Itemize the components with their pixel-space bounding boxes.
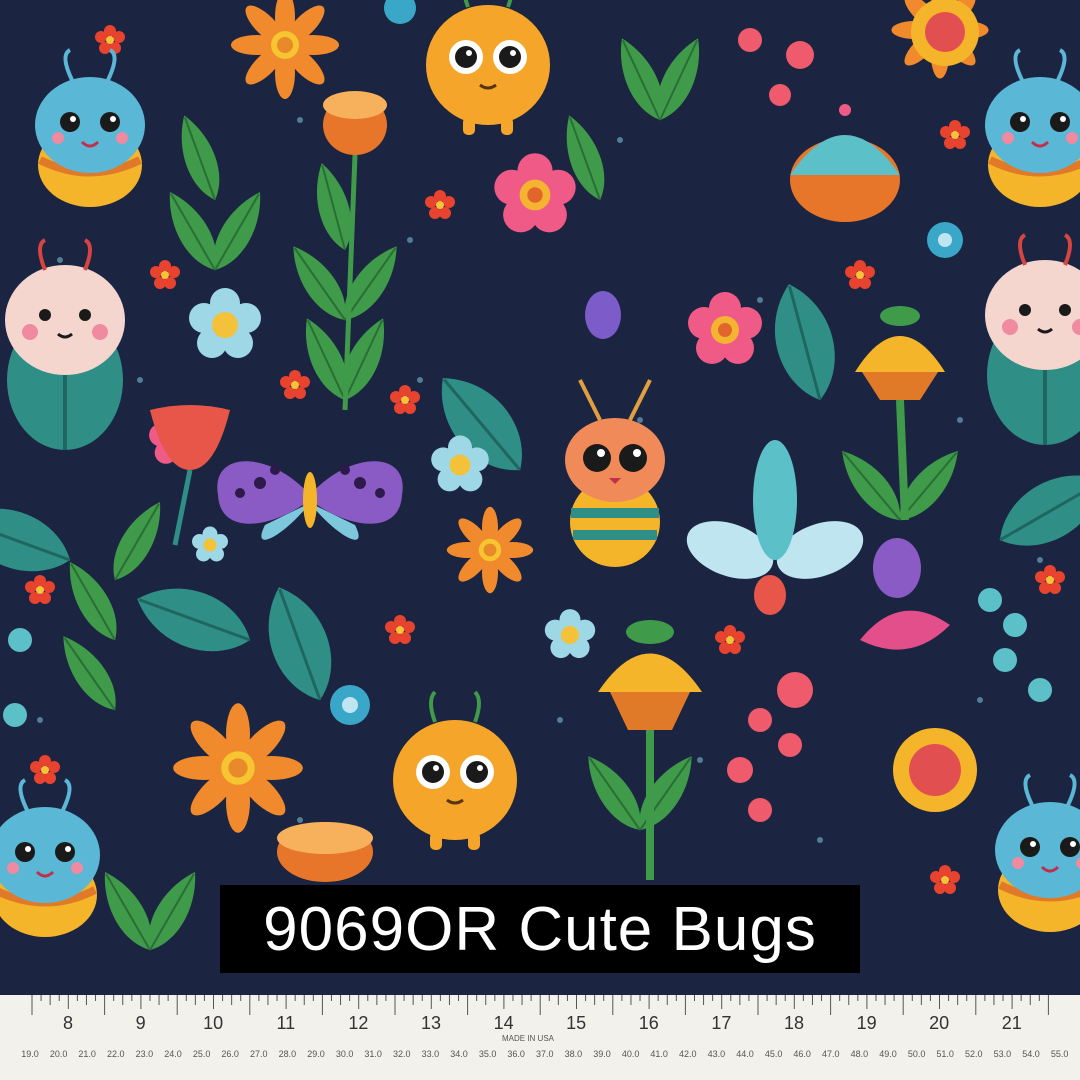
ruler-cm-label: 45.0 bbox=[765, 1049, 783, 1059]
ruler-cm-label: 54.0 bbox=[1022, 1049, 1040, 1059]
ruler-imprint: MADE IN USA bbox=[502, 1034, 555, 1043]
ruler-cm-label: 42.0 bbox=[679, 1049, 697, 1059]
ruler-inch-label: 20 bbox=[929, 1013, 949, 1033]
ruler-cm-label: 38.0 bbox=[565, 1049, 583, 1059]
ruler-inch-label: 8 bbox=[63, 1013, 73, 1033]
ruler-cm-label: 44.0 bbox=[736, 1049, 754, 1059]
ruler-cm-label: 47.0 bbox=[822, 1049, 840, 1059]
ruler-inch-label: 15 bbox=[566, 1013, 586, 1033]
ruler-cm-label: 50.0 bbox=[908, 1049, 926, 1059]
ruler-cm-label: 36.0 bbox=[507, 1049, 525, 1059]
ruler-cm-label: 49.0 bbox=[879, 1049, 897, 1059]
caption-text: 9069OR Cute Bugs bbox=[263, 894, 817, 964]
ruler-inch-label: 11 bbox=[276, 1013, 295, 1033]
ruler-inch-label: 9 bbox=[136, 1013, 146, 1033]
ruler-cm-label: 24.0 bbox=[164, 1049, 182, 1059]
ruler-cm-label: 46.0 bbox=[793, 1049, 811, 1059]
ruler-inch-label: 12 bbox=[348, 1013, 368, 1033]
ruler-cm-label: 32.0 bbox=[393, 1049, 411, 1059]
ruler-cm-label: 51.0 bbox=[936, 1049, 954, 1059]
ruler-cm-label: 55.0 bbox=[1051, 1049, 1069, 1059]
ruler-cm-label: 35.0 bbox=[479, 1049, 497, 1059]
ruler-cm-label: 23.0 bbox=[136, 1049, 154, 1059]
ruler-inch-label: 17 bbox=[711, 1013, 731, 1033]
ruler-inch-label: 16 bbox=[639, 1013, 659, 1033]
ruler-inch-label: 13 bbox=[421, 1013, 441, 1033]
ruler-cm-label: 22.0 bbox=[107, 1049, 125, 1059]
ruler-inch-label: 10 bbox=[203, 1013, 223, 1033]
ruler-cm-label: 52.0 bbox=[965, 1049, 983, 1059]
ruler-cm-label: 25.0 bbox=[193, 1049, 211, 1059]
ruler-cm-label: 30.0 bbox=[336, 1049, 354, 1059]
ruler-cm-label: 28.0 bbox=[279, 1049, 297, 1059]
ruler-cm-label: 26.0 bbox=[221, 1049, 239, 1059]
ruler-inch-label: 18 bbox=[784, 1013, 804, 1033]
ruler-cm-label: 20.0 bbox=[50, 1049, 68, 1059]
ruler-cm-label: 19.0 bbox=[21, 1049, 39, 1059]
ruler-cm-label: 39.0 bbox=[593, 1049, 611, 1059]
ruler-cm-label: 48.0 bbox=[851, 1049, 869, 1059]
ruler-cm-label: 29.0 bbox=[307, 1049, 325, 1059]
ruler-cm-label: 27.0 bbox=[250, 1049, 268, 1059]
ruler-inch-label: 14 bbox=[494, 1013, 514, 1033]
ruler-cm-label: 21.0 bbox=[78, 1049, 96, 1059]
ruler-inch-label: 21 bbox=[1002, 1013, 1022, 1033]
ruler-inch-label: 19 bbox=[857, 1013, 877, 1033]
ruler-cm-label: 33.0 bbox=[422, 1049, 440, 1059]
ruler-cm-label: 34.0 bbox=[450, 1049, 468, 1059]
ruler-cm-label: 40.0 bbox=[622, 1049, 640, 1059]
ruler-cm-label: 41.0 bbox=[650, 1049, 668, 1059]
product-caption: 9069OR Cute Bugs bbox=[220, 885, 860, 973]
ruler-cm-label: 43.0 bbox=[708, 1049, 726, 1059]
measuring-tape: 8 9 10 11 12 13 14 15 16 17 18 19 20 21 19.0 20.0 21.0 22… bbox=[0, 995, 1080, 1080]
ruler-cm-label: 31.0 bbox=[364, 1049, 382, 1059]
ruler-cm-label: 37.0 bbox=[536, 1049, 554, 1059]
ruler-cm-label: 53.0 bbox=[994, 1049, 1012, 1059]
